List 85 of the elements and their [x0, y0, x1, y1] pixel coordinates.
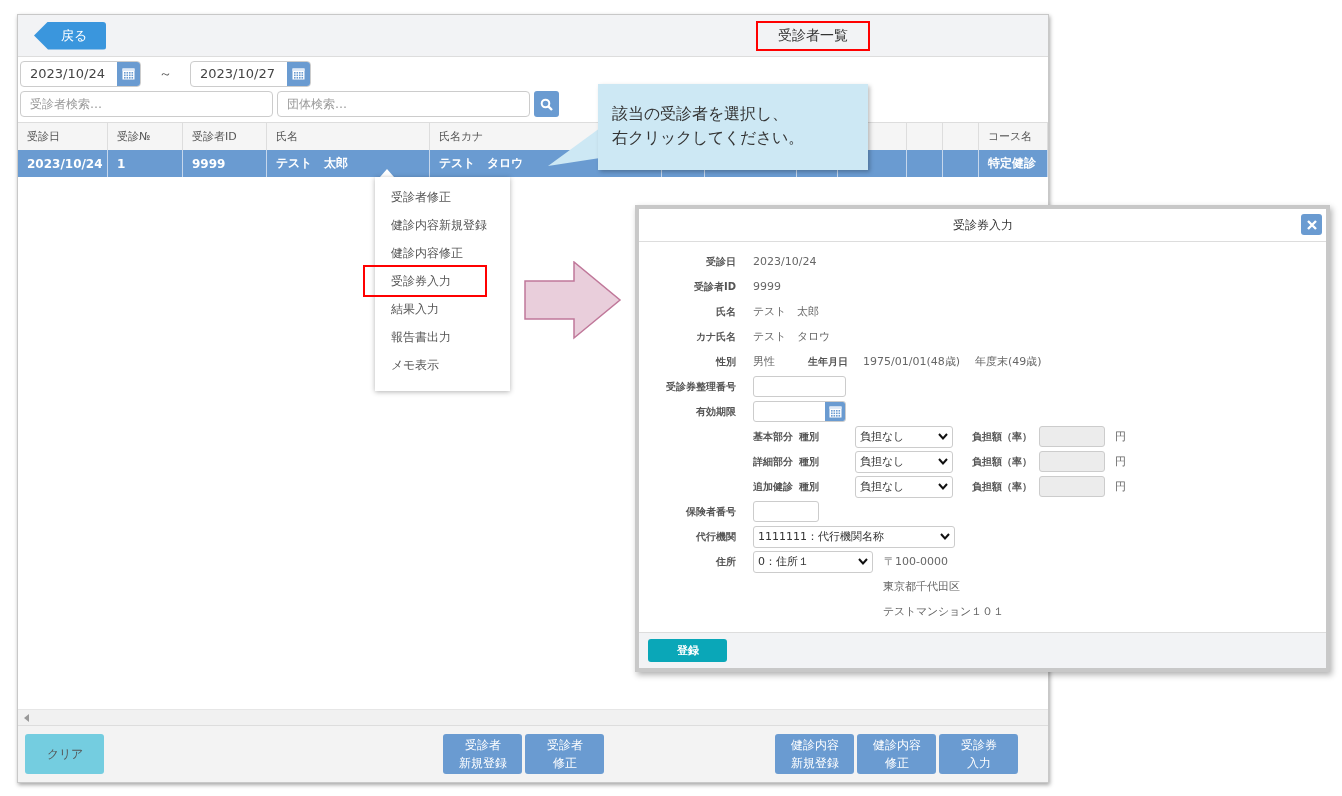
address-select[interactable]: 0：住所１	[753, 550, 873, 573]
type-label: 種別	[799, 454, 820, 469]
table-cell: テスト 太郎	[267, 150, 430, 177]
amount-label: 負担額（率）	[972, 429, 1033, 444]
field-label: 保険者番号	[685, 504, 736, 519]
address-line: 東京都千代田区	[883, 579, 960, 594]
search-icon	[540, 97, 553, 111]
table-cell: 特定健診	[979, 150, 1048, 177]
close-icon	[1306, 219, 1317, 230]
type-select[interactable]: 負担なし	[855, 475, 953, 498]
date-field[interactable]: 2023/10/24	[20, 60, 141, 87]
menu-item[interactable]: 健診内容新規登録	[375, 211, 510, 239]
yen-unit: 円	[1115, 454, 1126, 469]
group-search-field[interactable]: 団体検索…	[277, 91, 530, 117]
yen-unit: 円	[1115, 429, 1126, 444]
chevron-down-icon	[940, 533, 950, 540]
column-header	[943, 122, 979, 150]
type-label: 種別	[799, 479, 820, 494]
field-label: 性別	[714, 354, 736, 369]
field-label: 有効期限	[695, 404, 736, 419]
search-button[interactable]	[534, 91, 559, 117]
field-value: 1975/01/01(48歳)	[863, 354, 960, 369]
field-value: 年度末(49歳)	[975, 354, 1042, 369]
table-cell: 9999	[183, 150, 267, 177]
field-label: 氏名	[715, 304, 736, 319]
field-label: 受診券整理番号	[665, 379, 736, 394]
field-value: テスト 太郎	[753, 304, 819, 319]
address-line: テストマンション１０１	[883, 604, 1004, 619]
range-separator: ～	[159, 64, 172, 83]
menu-item[interactable]: メモ表示	[375, 351, 510, 379]
date-field[interactable]: 2023/10/27	[190, 60, 311, 87]
column-header: 受診者ID	[183, 122, 267, 150]
chevron-down-icon	[938, 458, 948, 465]
menu-item[interactable]: 受診者修正	[375, 183, 510, 211]
column-header: 受診日	[18, 122, 108, 150]
field-label: 代行機関	[695, 529, 736, 544]
field-label: カナ氏名	[695, 329, 736, 344]
clear-button[interactable]: クリア	[25, 734, 104, 774]
table-cell	[907, 150, 943, 177]
amount-field[interactable]	[1039, 451, 1105, 472]
page-title: 受診者一覧	[756, 20, 870, 51]
field-label: 受診日	[705, 254, 736, 269]
agency-select[interactable]: 1111111：代行機関名称	[753, 525, 955, 548]
field-value: 9999	[753, 280, 781, 293]
menu-item[interactable]: 健診内容修正	[375, 239, 510, 267]
chevron-down-icon	[938, 433, 948, 440]
type-select[interactable]: 負担なし	[855, 425, 953, 448]
field-value: 男性	[753, 354, 775, 369]
table-cell: 1	[108, 150, 183, 177]
patient-search-field[interactable]: 受診者検索…	[20, 91, 273, 117]
amount-label: 負担額（率）	[972, 454, 1033, 469]
column-header: コース名	[979, 122, 1048, 150]
part-label: 基本部分	[753, 429, 794, 444]
amount-field[interactable]	[1039, 426, 1105, 447]
part-label: 詳細部分	[753, 454, 794, 469]
scroll-left-icon[interactable]	[24, 713, 29, 722]
amount-label: 負担額（率）	[972, 479, 1033, 494]
calendar-icon	[292, 67, 305, 80]
field-label: 生年月日	[808, 354, 848, 369]
field-value: 2023/10/24	[753, 255, 817, 268]
type-select[interactable]: 負担なし	[855, 450, 953, 473]
postal-code: 〒100-0000	[884, 554, 948, 569]
field-label: 住所	[715, 554, 736, 569]
ticket-number-field[interactable]	[753, 376, 846, 397]
field-value: テスト タロウ	[753, 329, 830, 344]
chevron-down-icon	[858, 558, 868, 565]
type-label: 種別	[799, 429, 820, 444]
chevron-down-icon	[938, 483, 948, 490]
part-label: 追加健診	[753, 479, 794, 494]
menu-item[interactable]: 報告書出力	[375, 323, 510, 351]
table-cell	[943, 150, 979, 177]
dialog-title: 受診券入力	[952, 216, 1013, 234]
close-button[interactable]	[1301, 214, 1322, 235]
calendar-icon	[828, 405, 842, 418]
amount-field[interactable]	[1039, 476, 1105, 497]
menu-item[interactable]: 受診券入力	[363, 265, 487, 297]
column-header: 受診№	[108, 122, 183, 150]
yen-unit: 円	[1115, 479, 1126, 494]
date-field[interactable]	[753, 401, 846, 422]
calendar-icon	[122, 67, 135, 80]
insurer-number-field[interactable]	[753, 501, 819, 522]
column-header: 氏名	[267, 122, 430, 150]
table-cell: 2023/10/24	[18, 150, 108, 177]
menu-item[interactable]: 結果入力	[375, 295, 510, 323]
field-label: 受診者ID	[692, 279, 736, 294]
